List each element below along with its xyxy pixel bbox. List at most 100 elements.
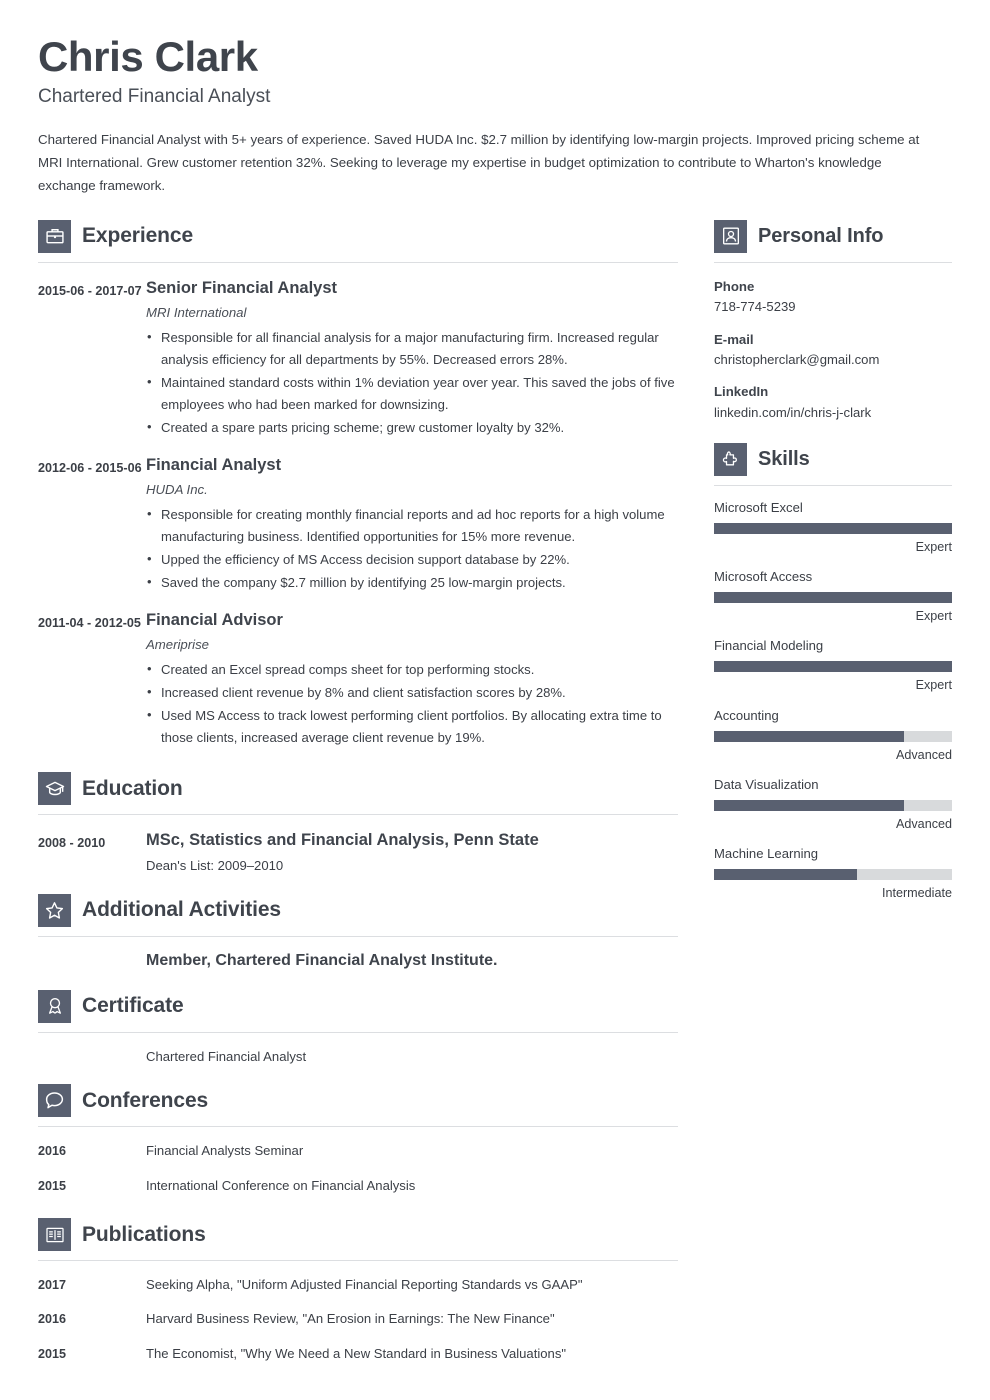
entry-text: Member, Chartered Financial Analyst Inst… <box>146 951 498 969</box>
skill-bar-fill <box>714 868 857 880</box>
skill-level: Expert <box>915 609 952 624</box>
skill-bar-fill <box>714 592 952 604</box>
entry-text: Harvard Business Review, "An Erosion in … <box>146 1311 555 1327</box>
section-skills: Skills Microsoft Excel Expert Microsoft … <box>714 443 952 901</box>
resume-header: Chris Clark Chartered Financial Analyst … <box>38 34 950 198</box>
bullet-item: Upped the efficiency of MS Access decisi… <box>146 548 678 571</box>
main-column: Experience 2015-06 - 2017-07 Senior Fina… <box>38 219 678 1364</box>
section-title: Certificate <box>82 994 184 1018</box>
star-icon <box>38 893 71 927</box>
section-divider <box>714 261 952 263</box>
section-header: Certificate <box>38 989 678 1023</box>
publication-entry: 2015 The Economist, "Why We Need a New S… <box>38 1344 678 1364</box>
skill-name: Machine Learning <box>714 845 819 861</box>
experience-entry: 2015-06 - 2017-07 Senior Financial Analy… <box>38 279 678 440</box>
info-label: Phone <box>714 278 755 294</box>
section-title: Education <box>82 776 183 800</box>
entry-date: 2016 <box>38 1312 67 1327</box>
skill-level: Expert <box>915 678 952 693</box>
section-divider <box>38 1126 678 1128</box>
entry-date: 2008 - 2010 <box>38 836 106 851</box>
certificate-entry: Chartered Financial Analyst <box>38 1047 678 1067</box>
skill-bar-track <box>714 868 952 880</box>
entry-company: MRI International <box>146 304 247 320</box>
entry-date: 2012-06 - 2015-06 <box>38 460 142 475</box>
speech-bubble-icon <box>38 1084 71 1118</box>
skill-bar-fill <box>714 730 905 742</box>
section-title: Skills <box>758 448 810 471</box>
candidate-job-title: Chartered Financial Analyst <box>38 86 271 108</box>
briefcase-icon <box>38 219 71 253</box>
section-divider <box>38 935 678 937</box>
info-value[interactable]: linkedin.com/in/chris-j-clark <box>714 404 952 422</box>
entry-company: Ameriprise <box>146 636 210 652</box>
experience-entry: 2011-04 - 2012-05 Financial Advisor Amer… <box>38 611 678 750</box>
entry-date: 2015 <box>38 1178 67 1193</box>
entry-bullets: Created an Excel spread comps sheet for … <box>146 658 678 749</box>
info-label: LinkedIn <box>714 384 769 400</box>
experience-entry: 2012-06 - 2015-06 Financial Analyst HUDA… <box>38 456 678 595</box>
entry-note: Dean's List: 2009–2010 <box>146 858 284 874</box>
entry-date: 2015-06 - 2017-07 <box>38 283 142 298</box>
entry-title: Financial Analyst <box>146 455 282 474</box>
graduation-cap-icon <box>38 772 71 806</box>
entry-text: Seeking Alpha, "Uniform Adjusted Financi… <box>146 1277 583 1293</box>
conference-entry: 2015 International Conference on Financi… <box>38 1176 678 1196</box>
info-field-email: E-mail christopherclark@gmail.com <box>714 331 952 369</box>
bullet-item: Responsible for all financial analysis f… <box>146 326 678 371</box>
skill-bar-track <box>714 799 952 811</box>
section-title: Publications <box>82 1222 206 1246</box>
entry-date <box>38 951 146 972</box>
bullet-item: Created an Excel spread comps sheet for … <box>146 658 678 681</box>
skill-item: Accounting Advanced <box>714 707 952 763</box>
award-ribbon-icon <box>38 989 71 1023</box>
section-title: Conferences <box>82 1088 209 1112</box>
bullet-item: Increased client revenue by 8% and clien… <box>146 681 678 704</box>
entry-title: Financial Advisor <box>146 611 283 630</box>
skill-name: Financial Modeling <box>714 638 824 654</box>
section-title: Personal Info <box>758 224 884 247</box>
skill-level: Intermediate <box>881 885 952 900</box>
skill-level: Advanced <box>895 747 952 762</box>
section-experience: Experience 2015-06 - 2017-07 Senior Fina… <box>38 219 678 751</box>
section-education: Education 2008 - 2010 MSc, Statistics an… <box>38 772 678 875</box>
conference-entry: 2016 Financial Analysts Seminar <box>38 1141 678 1161</box>
section-title: Additional Activities <box>82 898 281 922</box>
section-header: Publications <box>38 1218 678 1252</box>
info-label: E-mail <box>714 331 754 347</box>
entry-title: Senior Financial Analyst <box>146 278 338 297</box>
skill-bar-fill <box>714 799 905 811</box>
bullet-item: Created a spare parts pricing scheme; gr… <box>146 416 678 439</box>
skill-level: Expert <box>915 540 952 555</box>
entry-company: HUDA Inc. <box>146 481 208 497</box>
entry-text: International Conference on Financial An… <box>146 1177 416 1193</box>
section-header: Conferences <box>38 1084 678 1118</box>
section-header: Additional Activities <box>38 893 678 927</box>
puzzle-piece-icon <box>714 443 747 477</box>
info-field-linkedin: LinkedIn linkedin.com/in/chris-j-clark <box>714 383 952 421</box>
entry-date: 2015 <box>38 1346 67 1361</box>
open-book-icon <box>38 1218 71 1252</box>
entry-date: 2011-04 - 2012-05 <box>38 616 141 631</box>
entry-text: Chartered Financial Analyst <box>146 1048 307 1064</box>
info-value[interactable]: christopherclark@gmail.com <box>714 351 952 369</box>
entry-date <box>38 1047 146 1067</box>
section-publications: Publications 2017 Seeking Alpha, "Unifor… <box>38 1218 678 1364</box>
entry-bullets: Responsible for all financial analysis f… <box>146 326 678 439</box>
skill-name: Data Visualization <box>714 776 819 792</box>
education-entry: 2008 - 2010 MSc, Statistics and Financia… <box>38 831 678 875</box>
skill-bar-track <box>714 523 952 535</box>
section-additional-activities: Additional Activities Member, Chartered … <box>38 893 678 972</box>
skill-bar-fill <box>714 523 952 535</box>
section-divider <box>38 1031 678 1033</box>
section-header: Experience <box>38 219 678 253</box>
section-certificate: Certificate Chartered Financial Analyst <box>38 989 678 1067</box>
section-conferences: Conferences 2016 Financial Analysts Semi… <box>38 1084 678 1196</box>
skill-name: Microsoft Excel <box>714 500 803 516</box>
section-header: Skills <box>714 443 952 477</box>
publication-entry: 2017 Seeking Alpha, "Uniform Adjusted Fi… <box>38 1275 678 1295</box>
bullet-item: Used MS Access to track lowest performin… <box>146 704 678 749</box>
entry-text: Financial Analysts Seminar <box>146 1143 304 1159</box>
skill-item: Data Visualization Advanced <box>714 776 952 832</box>
candidate-name: Chris Clark <box>38 33 258 80</box>
